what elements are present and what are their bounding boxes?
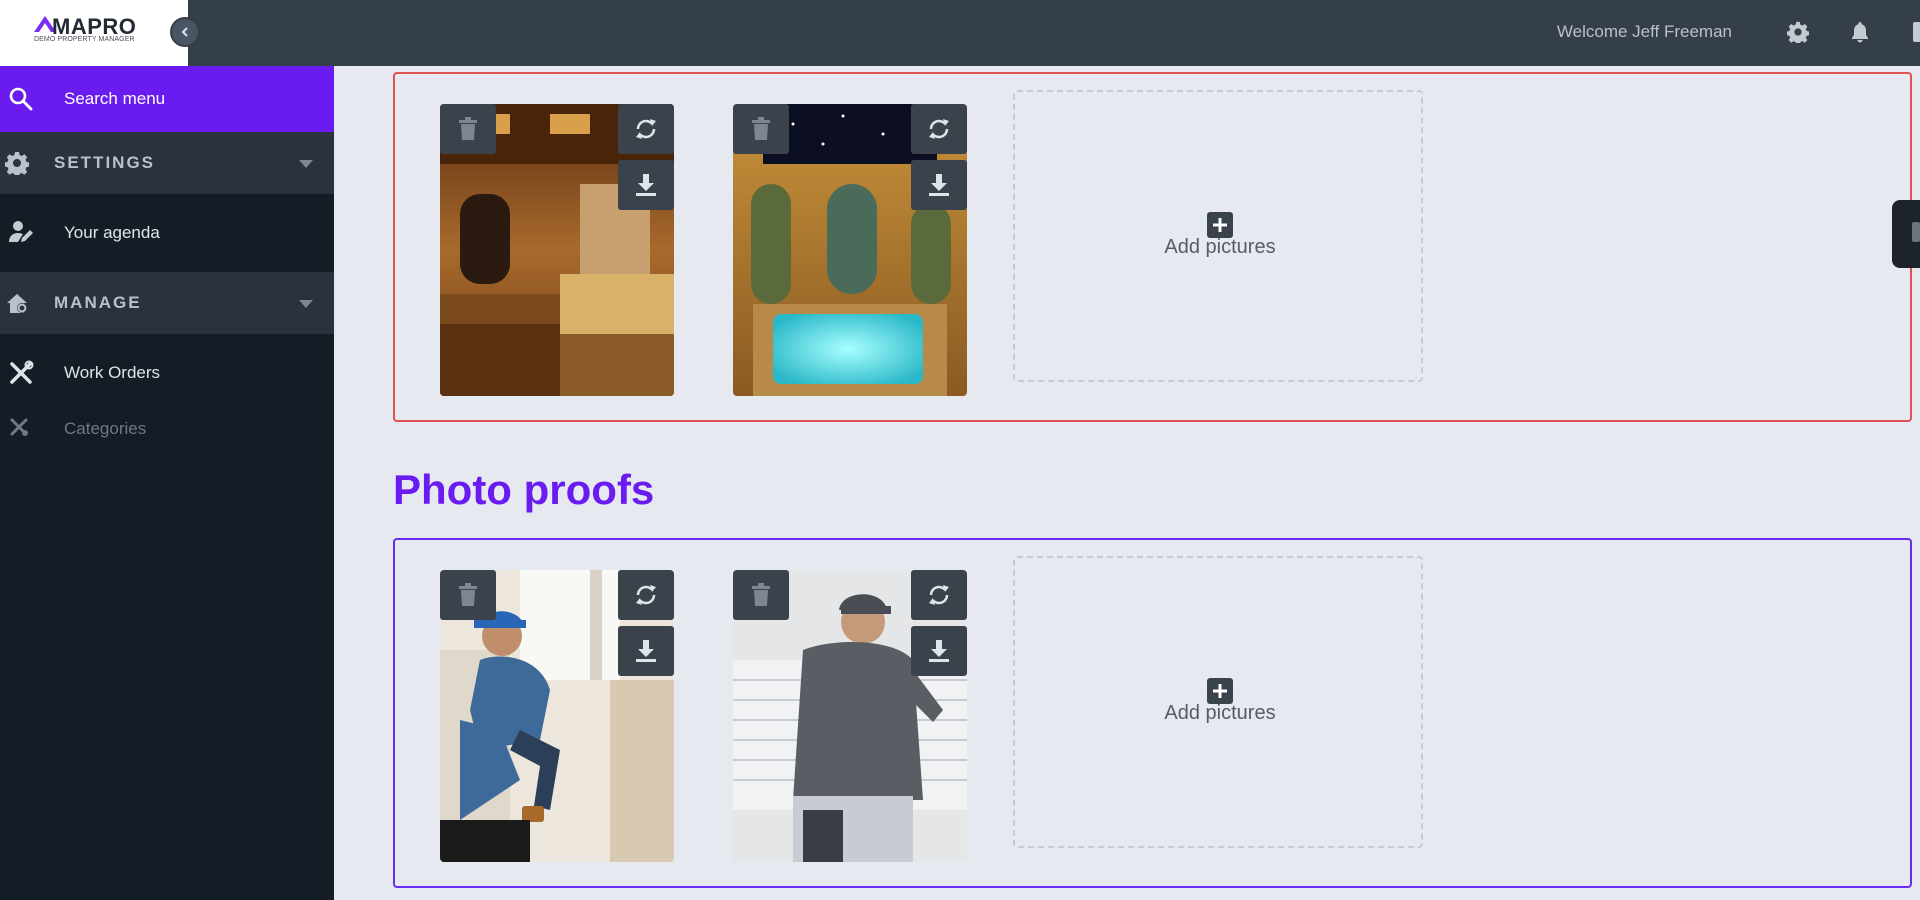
side-feedback-tab[interactable] xyxy=(1892,200,1920,268)
chevron-left-icon xyxy=(181,27,188,37)
gear-icon xyxy=(1787,21,1809,43)
sidebar: Search menu SETTINGS Your agenda MANAGE xyxy=(0,66,334,900)
tools-small-icon xyxy=(10,418,28,436)
photo-thumbnail[interactable] xyxy=(440,570,674,862)
trash-icon xyxy=(752,583,770,606)
add-pictures-dropzone[interactable]: Add pictures xyxy=(1013,556,1423,848)
delete-photo-button[interactable] xyxy=(440,104,496,154)
photo-thumbnail[interactable] xyxy=(733,104,967,396)
user-edit-icon xyxy=(9,221,33,242)
photo-proofs-panel: Add pictures xyxy=(393,538,1912,888)
delete-photo-button[interactable] xyxy=(733,104,789,154)
download-photo-button[interactable] xyxy=(618,160,674,210)
brand-subtitle: DEMO PROPERTY MANAGER xyxy=(34,36,135,43)
logo[interactable]: MAPRO DEMO PROPERTY MANAGER xyxy=(0,0,188,66)
rotate-photo-button[interactable] xyxy=(618,570,674,620)
tools-icon xyxy=(10,360,34,384)
sidebar-item-work-orders[interactable]: Work Orders xyxy=(0,346,334,398)
search-icon xyxy=(9,87,33,111)
add-pictures-dropzone[interactable]: Add pictures xyxy=(1013,90,1423,382)
sidebar-item-your-agenda[interactable]: Your agenda xyxy=(0,206,334,258)
top-bar: MAPRO DEMO PROPERTY MANAGER Welcome Jeff… xyxy=(0,0,1920,66)
sidebar-section-label: MANAGE xyxy=(54,293,142,312)
user-menu-edge[interactable] xyxy=(1913,22,1920,42)
plus-icon xyxy=(1213,218,1227,232)
bell-icon xyxy=(1852,22,1868,43)
search-menu-label: Search menu xyxy=(64,89,166,108)
rotate-icon xyxy=(636,119,656,139)
rotate-photo-button[interactable] xyxy=(618,104,674,154)
caret-down-icon xyxy=(299,300,313,308)
collapse-sidebar-button[interactable] xyxy=(170,17,200,47)
delete-photo-button[interactable] xyxy=(733,570,789,620)
trash-icon xyxy=(752,117,770,140)
delete-photo-button[interactable] xyxy=(440,570,496,620)
download-photo-button[interactable] xyxy=(911,160,967,210)
download-photo-button[interactable] xyxy=(911,626,967,676)
rotate-icon xyxy=(636,585,656,605)
sidebar-item-label: Categories xyxy=(64,419,147,438)
plus-icon xyxy=(1213,684,1227,698)
add-pictures-label: Add pictures xyxy=(1164,702,1276,724)
caret-down-icon xyxy=(299,160,313,168)
add-button[interactable] xyxy=(1207,212,1233,238)
notifications-button[interactable] xyxy=(1848,20,1872,44)
settings-button[interactable] xyxy=(1786,20,1810,44)
download-icon xyxy=(929,640,949,662)
sidebar-item-label: Your agenda xyxy=(64,223,160,242)
trash-icon xyxy=(459,583,477,606)
trash-icon xyxy=(459,117,477,140)
add-pictures-label: Add pictures xyxy=(1164,236,1276,258)
house-gear-icon xyxy=(7,294,27,313)
photo-thumbnail[interactable] xyxy=(440,104,674,396)
sidebar-section-label: SETTINGS xyxy=(54,153,156,172)
rotate-photo-button[interactable] xyxy=(911,570,967,620)
welcome-text: Welcome Jeff Freeman xyxy=(1556,22,1732,41)
gear-icon xyxy=(5,152,29,175)
rotate-icon xyxy=(929,585,949,605)
pictures-panel: Add pictures xyxy=(393,72,1912,422)
photo-proofs-title: Photo proofs xyxy=(393,466,655,513)
sidebar-item-categories[interactable]: Categories xyxy=(0,402,334,454)
download-photo-button[interactable] xyxy=(618,626,674,676)
photo-thumbnail[interactable] xyxy=(733,570,967,862)
search-menu[interactable]: Search menu xyxy=(0,66,334,132)
download-icon xyxy=(636,640,656,662)
sidebar-section-settings[interactable]: SETTINGS xyxy=(0,132,334,194)
download-icon xyxy=(636,174,656,196)
rotate-icon xyxy=(929,119,949,139)
add-button[interactable] xyxy=(1207,678,1233,704)
rotate-photo-button[interactable] xyxy=(911,104,967,154)
sidebar-section-manage[interactable]: MANAGE xyxy=(0,272,334,334)
download-icon xyxy=(929,174,949,196)
sidebar-item-label: Work Orders xyxy=(64,363,161,382)
